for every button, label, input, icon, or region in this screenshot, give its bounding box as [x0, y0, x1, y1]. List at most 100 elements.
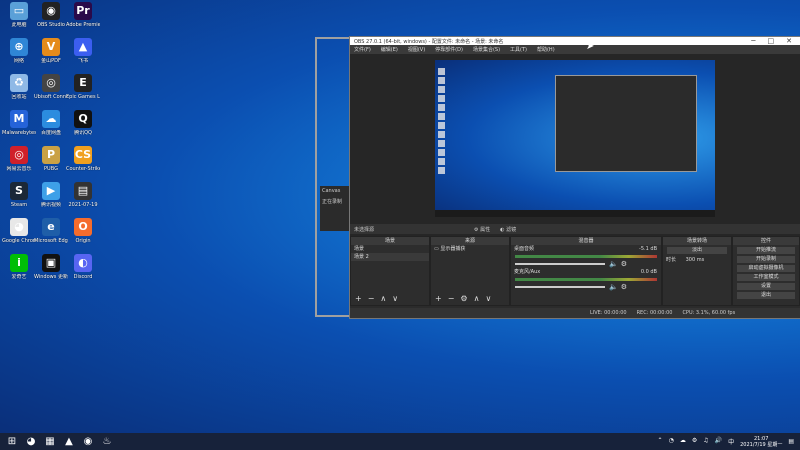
up-icon[interactable]: ∧: [380, 294, 386, 303]
steam-taskbar-icon[interactable]: ♨: [100, 435, 114, 449]
preview-nested-desktop: [435, 60, 715, 217]
speaker-icon[interactable]: 🔈: [609, 260, 618, 268]
desktop-icon[interactable]: e Microsoft Edge: [34, 218, 68, 244]
scene-item[interactable]: 场景 2: [351, 253, 429, 261]
desktop-icon[interactable]: ⊕ 网络: [2, 38, 36, 64]
desktop-icon[interactable]: i 爱奇艺: [2, 254, 36, 280]
obs-window[interactable]: OBS 27.0.1 (64-bit, windows) - 配置文件: 未命名…: [349, 36, 800, 319]
exit-button[interactable]: 退出: [737, 292, 795, 299]
audio-meter: [515, 278, 657, 281]
desktop-icon[interactable]: ◕ Google Chrome: [2, 218, 36, 244]
menu-item[interactable]: 停靠部件(D): [435, 46, 463, 53]
transitions-header: 场景转场: [663, 237, 731, 245]
sources-header: 来源: [431, 237, 509, 245]
down-icon[interactable]: ∨: [392, 294, 398, 303]
desktop-icon[interactable]: Q 腾讯QQ: [66, 110, 100, 136]
desktop-icon[interactable]: M Malwarebytes: [2, 110, 36, 136]
scenes-header: 场景: [351, 237, 429, 245]
desktop-icon[interactable]: P PUBG: [34, 146, 68, 172]
source-item[interactable]: ▭ 显示器捕获: [431, 245, 509, 253]
remove-icon[interactable]: −: [368, 294, 375, 303]
obs-titlebar[interactable]: OBS 27.0.1 (64-bit, windows) - 配置文件: 未命名…: [350, 37, 800, 45]
desktop-icon[interactable]: E Epic Games Launcher: [66, 74, 100, 100]
add-icon[interactable]: +: [435, 294, 442, 303]
gear-icon[interactable]: ⚙: [621, 260, 627, 268]
settings-button[interactable]: 设置: [737, 283, 795, 290]
transition-select[interactable]: 淡出: [667, 247, 727, 254]
cs-icon: CS: [74, 146, 92, 164]
close-icon[interactable]: ✕: [786, 37, 792, 45]
epic-icon: E: [74, 74, 92, 92]
menu-item[interactable]: 工具(T): [510, 46, 527, 53]
desktop-icon[interactable]: ▲ 飞书: [66, 38, 100, 64]
desktop-icon[interactable]: ▭ 此电脑: [2, 2, 36, 28]
desktop-icon[interactable]: ▶ 腾讯视频: [34, 182, 68, 208]
notification-icon[interactable]: ▤: [788, 438, 794, 445]
tray-icon[interactable]: ☁: [680, 437, 686, 446]
gear-icon[interactable]: ⚙: [621, 283, 627, 291]
remove-icon[interactable]: −: [448, 294, 455, 303]
menu-item[interactable]: 帮助(H): [537, 46, 555, 53]
speaker-icon[interactable]: 🔈: [609, 283, 618, 291]
desktop-icon-label: 腾讯视频: [40, 202, 61, 208]
tray-icon[interactable]: 🔊: [715, 437, 722, 446]
clock[interactable]: 21:07 2021/7/19 星期一: [740, 436, 782, 448]
tray-icon[interactable]: 中: [728, 437, 734, 446]
desktop-icon[interactable]: Pr Adobe Premiere Pro: [66, 2, 100, 28]
tray-icon[interactable]: ♫: [703, 437, 708, 446]
desktop-icon[interactable]: S Steam: [2, 182, 36, 208]
obs-taskbar-icon[interactable]: ◉: [81, 435, 95, 449]
explorer-taskbar-icon[interactable]: ▦: [43, 435, 57, 449]
system-tray: ⌃ ◔ ☁ ⚙ ♫ 🔊 中 21:07 2021/7/19 星期一 ▤: [658, 436, 800, 448]
chrome-taskbar-icon[interactable]: ◕: [24, 435, 38, 449]
volume-slider[interactable]: [515, 286, 605, 288]
feishu-taskbar-icon[interactable]: ▲: [62, 435, 76, 449]
obs-title: OBS 27.0.1 (64-bit, windows) - 配置文件: 未命名…: [354, 38, 504, 45]
start-streaming-button[interactable]: 开始推流: [737, 247, 795, 254]
clock-date: 2021/7/19 星期一: [740, 441, 783, 448]
virtual-camera-button[interactable]: 启动虚拟摄像机: [737, 265, 795, 272]
desktop-icon-label: OBS Studio: [37, 22, 65, 28]
up-icon[interactable]: ∧: [474, 294, 480, 303]
studio-mode-button[interactable]: 工作室模式: [737, 274, 795, 281]
desktop-icon[interactable]: ◎ 网易云音乐: [2, 146, 36, 172]
desktop-icon[interactable]: O Origin: [66, 218, 100, 244]
add-icon[interactable]: +: [355, 294, 362, 303]
menu-item[interactable]: 场景集合(S): [473, 46, 500, 53]
desktop-icon[interactable]: ◐ Discord: [66, 254, 100, 280]
desktop-icon[interactable]: ◉ OBS Studio: [34, 2, 68, 28]
filters-button[interactable]: ◐ 滤镜: [500, 226, 516, 233]
desktop-icon[interactable]: ♻ 回收站: [2, 74, 36, 100]
desktop-icon[interactable]: V 金山PDF: [34, 38, 68, 64]
file-icon: ▤: [74, 182, 92, 200]
desktop-icon[interactable]: ▤ 2021-07-19: [66, 182, 100, 208]
tray-icons: ⌃ ◔ ☁ ⚙ ♫ 🔊 中: [658, 437, 735, 446]
desktop-icon[interactable]: CS Counter-Strike: [66, 146, 100, 172]
recycle-bin-icon: ♻: [10, 74, 28, 92]
malware-icon: M: [10, 110, 28, 128]
ubisoft-icon: ◎: [42, 74, 60, 92]
maximize-icon[interactable]: □: [768, 37, 775, 45]
menu-item[interactable]: 视图(V): [408, 46, 425, 53]
tray-icon[interactable]: ⚙: [692, 437, 697, 446]
menu-item[interactable]: 文件(F): [354, 46, 371, 53]
windows-start-icon[interactable]: ⊞: [5, 435, 19, 449]
menu-item[interactable]: 编辑(E): [381, 46, 398, 53]
obs-preview[interactable]: [350, 54, 800, 247]
scene-item[interactable]: 场景: [351, 245, 429, 253]
mixer-dock: 混音器 桌面音频 -5.1 dB 🔈 ⚙ 麦克风/Aux 0.0 dB 🔈 ⚙: [510, 236, 662, 306]
minimize-icon[interactable]: ─: [751, 37, 755, 45]
duration-field[interactable]: 300 ms: [686, 257, 705, 263]
desktop-icon[interactable]: ▣ Windows 更新: [34, 254, 68, 280]
steam-icon: S: [10, 182, 28, 200]
mouse-cursor-icon: ➤: [586, 41, 595, 52]
desktop-icon[interactable]: ☁ 百度网盘: [34, 110, 68, 136]
down-icon[interactable]: ∨: [485, 294, 491, 303]
tray-icon[interactable]: ⌃: [658, 437, 663, 446]
gear-icon[interactable]: ⚙: [460, 294, 467, 303]
volume-slider[interactable]: [515, 263, 605, 265]
start-recording-button[interactable]: 开始录制: [737, 256, 795, 263]
properties-button[interactable]: ⚙ 属性: [474, 226, 490, 233]
tray-icon[interactable]: ◔: [669, 437, 674, 446]
desktop-icon[interactable]: ◎ Ubisoft Connect: [34, 74, 68, 100]
